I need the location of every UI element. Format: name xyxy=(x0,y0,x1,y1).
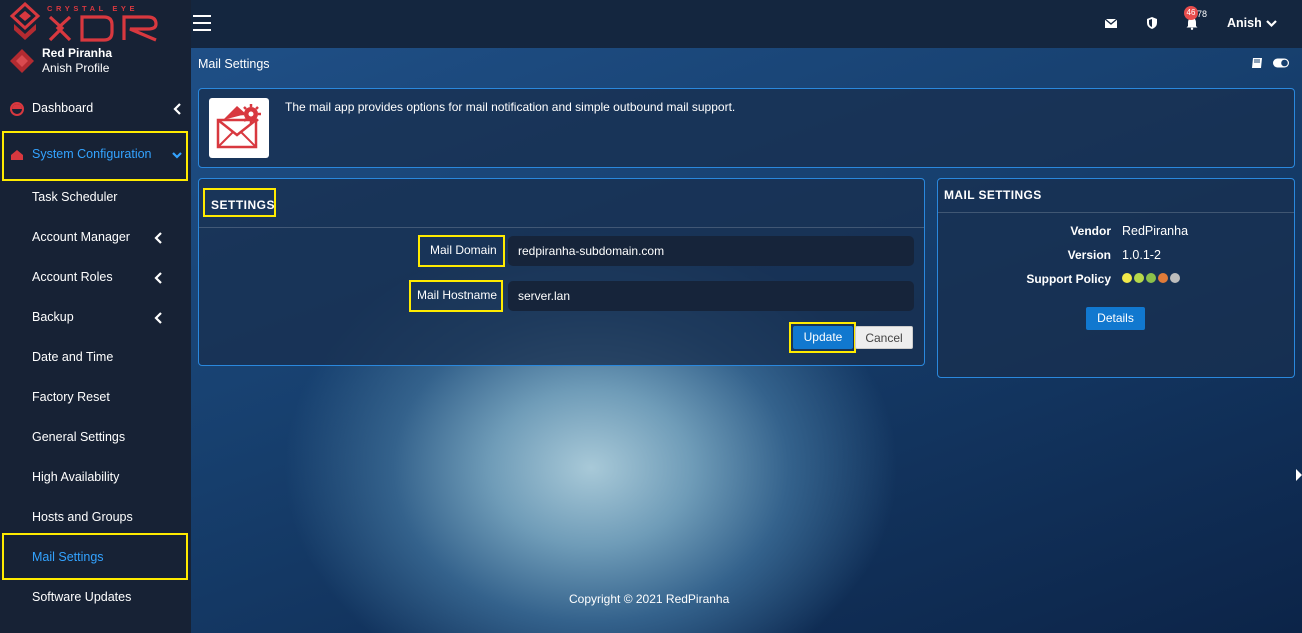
sidebar-item-label: Backup xyxy=(32,310,74,324)
footer-copyright: Copyright © 2021 RedPiranha xyxy=(569,592,730,606)
vendor-label: Vendor xyxy=(1070,224,1111,238)
vendor-value: RedPiranha xyxy=(1122,224,1189,238)
sidebar-item-date-and-time[interactable]: Date and Time xyxy=(0,338,191,378)
sidebar-item-label: System Configuration xyxy=(32,147,152,161)
mail-info-panel: MAIL SETTINGS Vendor RedPiranha Version … xyxy=(937,178,1295,378)
mail-settings-icon xyxy=(216,104,261,149)
main-content: Mail Settings The mail app provides opti… xyxy=(191,48,1302,633)
top-bar: 46 78 Anish xyxy=(191,0,1302,48)
settings-heading: SETTINGS xyxy=(211,198,276,212)
sidebar-item-label: Factory Reset xyxy=(32,390,110,404)
app-icon-tile xyxy=(209,98,269,158)
toggle-icon[interactable] xyxy=(1272,57,1290,69)
mail-icon[interactable] xyxy=(1104,16,1118,30)
sidebar-item-label: Account Roles xyxy=(32,270,113,284)
sidebar-item-label: Task Scheduler xyxy=(32,190,118,204)
xdr-wordmark-logo xyxy=(48,15,158,42)
chevron-left-icon xyxy=(154,312,162,324)
support-policy-indicator xyxy=(1122,273,1180,283)
app-intro-panel: The mail app provides options for mail n… xyxy=(198,88,1295,168)
shield-icon[interactable] xyxy=(1145,16,1159,30)
sidebar-item-label: Account Manager xyxy=(32,230,130,244)
org-name: Red Piranha xyxy=(42,46,113,60)
sidebar-item-factory-reset[interactable]: Factory Reset xyxy=(0,378,191,418)
notification-count: 78 xyxy=(1197,9,1208,19)
profile-name[interactable]: Anish Profile xyxy=(42,61,109,75)
sidebar-item-dashboard[interactable]: Dashboard xyxy=(0,89,191,129)
mail-hostname-label: Mail Hostname xyxy=(417,288,498,302)
user-menu[interactable]: Anish xyxy=(1227,16,1277,30)
divider xyxy=(199,227,924,228)
cancel-button[interactable]: Cancel xyxy=(855,326,913,349)
scroll-marker-icon xyxy=(1296,469,1302,481)
policy-dot xyxy=(1170,273,1180,283)
menu-icon[interactable] xyxy=(193,15,211,31)
sidebar-item-label: General Settings xyxy=(32,430,126,444)
support-policy-label: Support Policy xyxy=(1026,272,1111,286)
details-button[interactable]: Details xyxy=(1086,307,1145,330)
chevron-left-icon xyxy=(154,232,162,244)
mail-hostname-input[interactable]: server.lan xyxy=(508,281,914,311)
sidebar-item-label: Dashboard xyxy=(32,101,94,115)
title-tools xyxy=(1251,57,1290,69)
org-avatar-icon xyxy=(10,49,34,73)
sidebar-item-label: Mail Settings xyxy=(32,550,104,564)
user-name: Anish xyxy=(1227,16,1262,30)
sidebar-item-label: Hosts and Groups xyxy=(32,510,133,524)
policy-dot xyxy=(1158,273,1168,283)
sidebar: CRYSTAL EYE Red Piranha Anish Profile Da… xyxy=(0,0,191,633)
policy-dot xyxy=(1122,273,1132,283)
sidebar-item-mail-settings[interactable]: Mail Settings xyxy=(0,538,191,578)
sidebar-item-general-settings[interactable]: General Settings xyxy=(0,418,191,458)
page-title: Mail Settings xyxy=(198,57,270,71)
sidebar-item-account-manager[interactable]: Account Manager xyxy=(0,218,191,258)
sidebar-item-label: Date and Time xyxy=(32,350,114,364)
home-icon xyxy=(11,150,23,160)
book-icon[interactable] xyxy=(1251,57,1264,69)
settings-panel: SETTINGS Mail Domain redpiranha-subdomai… xyxy=(198,178,925,366)
policy-dot xyxy=(1146,273,1156,283)
info-heading: MAIL SETTINGS xyxy=(944,188,1042,202)
sidebar-item-hosts-and-groups[interactable]: Hosts and Groups xyxy=(0,498,191,538)
version-label: Version xyxy=(1067,248,1111,262)
mail-domain-input[interactable]: redpiranha-subdomain.com xyxy=(508,236,914,266)
divider xyxy=(938,212,1294,213)
app-description: The mail app provides options for mail n… xyxy=(285,100,736,114)
chevron-left-icon xyxy=(154,272,162,284)
chevron-left-icon xyxy=(173,103,181,115)
chevron-down-icon xyxy=(172,152,182,159)
sidebar-item-system-configuration[interactable]: System Configuration xyxy=(0,135,191,175)
sidebar-item-account-roles[interactable]: Account Roles xyxy=(0,258,191,298)
update-button[interactable]: Update xyxy=(793,326,853,349)
brand-area: CRYSTAL EYE Red Piranha Anish Profile xyxy=(0,0,191,88)
dashboard-icon xyxy=(10,102,24,116)
sidebar-item-label: Software Updates xyxy=(32,590,132,604)
sidebar-item-backup[interactable]: Backup xyxy=(0,298,191,338)
brand-tagline: CRYSTAL EYE xyxy=(47,4,139,13)
policy-dot xyxy=(1134,273,1144,283)
crystal-eye-logo-icon xyxy=(9,2,41,40)
version-value: 1.0.1-2 xyxy=(1122,248,1161,262)
sidebar-item-task-scheduler[interactable]: Task Scheduler xyxy=(0,178,191,218)
notification-badge: 46 xyxy=(1184,6,1198,20)
mail-domain-label: Mail Domain xyxy=(430,243,497,257)
chevron-down-icon xyxy=(1265,19,1277,27)
sidebar-item-high-availability[interactable]: High Availability xyxy=(0,458,191,498)
sidebar-item-label: High Availability xyxy=(32,470,120,484)
sidebar-item-software-updates[interactable]: Software Updates xyxy=(0,578,191,618)
